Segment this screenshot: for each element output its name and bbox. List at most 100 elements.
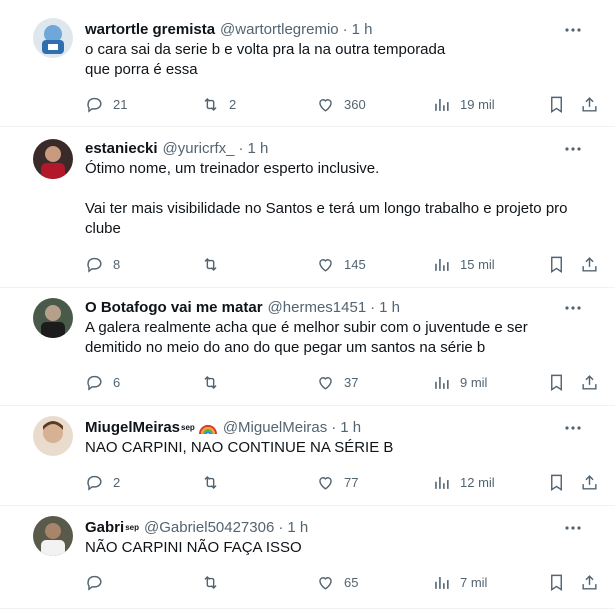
separator-dot: · (370, 299, 376, 316)
tweet-text-line: NAO CARPINI, NAO CONTINUE NA SÉRIE B (85, 439, 394, 456)
view-count: 12 mil (460, 474, 495, 490)
bookmark-button[interactable] (547, 254, 566, 274)
separator-dot: · (278, 519, 284, 536)
like-button[interactable]: 65 (316, 572, 358, 592)
like-count: 360 (344, 96, 366, 112)
tweet-actions: 8 145 15 mil (85, 254, 601, 274)
share-button[interactable] (580, 254, 599, 274)
more-icon[interactable] (563, 20, 583, 40)
reply-icon (87, 575, 102, 591)
reply-button[interactable]: 21 (85, 94, 127, 114)
bookmark-icon (551, 374, 562, 391)
separator-dot: · (331, 419, 337, 436)
share-button[interactable] (580, 472, 599, 492)
views-icon (435, 576, 449, 589)
tweet-text-line: Ótimo nome, um treinador esperto inclusi… (85, 160, 380, 177)
tweet-text-line: Vai ter mais visibilidade no Santos e te… (85, 200, 568, 217)
retweet-count: 2 (229, 96, 237, 112)
views-icon (435, 258, 449, 271)
like-icon (319, 576, 332, 590)
tweet-text-line: A galera realmente acha que é melhor sub… (85, 319, 528, 336)
retweet-button[interactable] (201, 372, 229, 392)
like-count: 145 (344, 256, 366, 272)
tweet-text-line: NÃO CARPINI NÃO FAÇA ISSO (85, 539, 302, 556)
author-name[interactable]: Gabri (85, 518, 124, 538)
like-button[interactable]: 77 (316, 472, 358, 492)
like-count: 77 (344, 474, 359, 490)
views-button[interactable]: 12 mil (432, 472, 495, 492)
avatar[interactable] (33, 416, 73, 456)
more-icon[interactable] (563, 139, 583, 159)
share-button[interactable] (580, 372, 599, 392)
reply-button[interactable]: 6 (85, 372, 120, 392)
tweet-text-line (85, 179, 601, 199)
views-button[interactable]: 9 mil (432, 372, 487, 392)
avatar[interactable] (33, 298, 73, 338)
tweet-actions: 2 77 12 mil (85, 472, 601, 492)
tweet-text-line: clube (85, 220, 121, 237)
like-icon (319, 258, 332, 272)
author-name[interactable]: O Botafogo vai me matar (85, 298, 263, 318)
timestamp[interactable]: 1 h (352, 20, 373, 40)
bookmark-button[interactable] (547, 572, 566, 592)
author-handle[interactable]: @wartortlegremio (220, 20, 339, 40)
share-button[interactable] (580, 572, 599, 592)
reply-button[interactable] (85, 572, 113, 592)
bookmark-button[interactable] (547, 372, 566, 392)
timestamp[interactable]: 1 h (340, 418, 361, 438)
tweet-actions: 21 2 360 19 mil (85, 94, 601, 114)
reply-count: 21 (113, 96, 128, 112)
view-count: 9 mil (460, 374, 488, 390)
views-button[interactable]: 19 mil (432, 94, 495, 114)
reply-button[interactable]: 8 (85, 254, 120, 274)
bookmark-button[interactable] (547, 472, 566, 492)
reply-count: 2 (113, 474, 121, 490)
views-button[interactable]: 7 mil (432, 572, 487, 592)
tweet[interactable]: O Botafogo vai me matar @hermes1451 · 1 … (0, 288, 615, 406)
author-name[interactable]: MiugelMeiras (85, 418, 180, 438)
retweet-button[interactable]: 2 (201, 94, 236, 114)
tweet-text-line: demitido no meio do ano do que pegar um … (85, 339, 486, 356)
retweet-button[interactable] (201, 254, 229, 274)
author-name[interactable]: wartortle gremista (85, 20, 215, 40)
timestamp[interactable]: 1 h (247, 139, 268, 159)
tweet[interactable]: Gabri sep @Gabriel50427306 · 1 h NÃO CAR… (0, 506, 615, 609)
timestamp[interactable]: 1 h (287, 518, 308, 538)
avatar[interactable] (33, 18, 73, 58)
author-handle[interactable]: @Gabriel50427306 (144, 518, 274, 538)
more-icon[interactable] (563, 518, 583, 538)
author-handle[interactable]: @yuricrfx_ (163, 139, 235, 159)
bookmark-button[interactable] (547, 94, 566, 114)
view-count: 7 mil (460, 574, 488, 590)
tweet-text-line: que porra é essa (85, 61, 198, 78)
retweet-button[interactable] (201, 472, 229, 492)
tweet[interactable]: wartortle gremista @wartortlegremio · 1 … (0, 0, 615, 127)
more-icon[interactable] (563, 418, 583, 438)
more-icon[interactable] (563, 298, 583, 318)
author-handle[interactable]: @MiguelMeiras (223, 418, 327, 438)
share-button[interactable] (580, 94, 599, 114)
bookmark-icon (551, 96, 562, 113)
share-icon (582, 96, 597, 112)
like-count: 65 (344, 574, 359, 590)
separator-dot: · (238, 140, 244, 157)
author-handle[interactable]: @hermes1451 (268, 298, 367, 318)
timestamp[interactable]: 1 h (379, 298, 400, 318)
retweet-icon (204, 575, 217, 589)
like-button[interactable]: 145 (316, 254, 366, 274)
name-superscript: sep (125, 523, 139, 532)
tweet[interactable]: estaniecki @yuricrfx_ · 1 h Ótimo nome, … (0, 127, 615, 288)
retweet-button[interactable] (201, 572, 229, 592)
like-button[interactable]: 37 (316, 372, 358, 392)
retweet-icon (204, 97, 217, 111)
avatar[interactable] (33, 516, 73, 556)
like-button[interactable]: 360 (316, 94, 366, 114)
avatar[interactable] (33, 139, 73, 179)
tweet[interactable]: MiugelMeiras sep @MiguelMeiras · 1 h NAO… (0, 406, 615, 506)
rainbow-icon (198, 421, 218, 435)
tweet-actions: 65 7 mil (85, 572, 601, 592)
views-button[interactable]: 15 mil (432, 254, 495, 274)
reply-button[interactable]: 2 (85, 472, 120, 492)
author-name[interactable]: estaniecki (85, 139, 158, 159)
reply-icon (87, 257, 102, 273)
